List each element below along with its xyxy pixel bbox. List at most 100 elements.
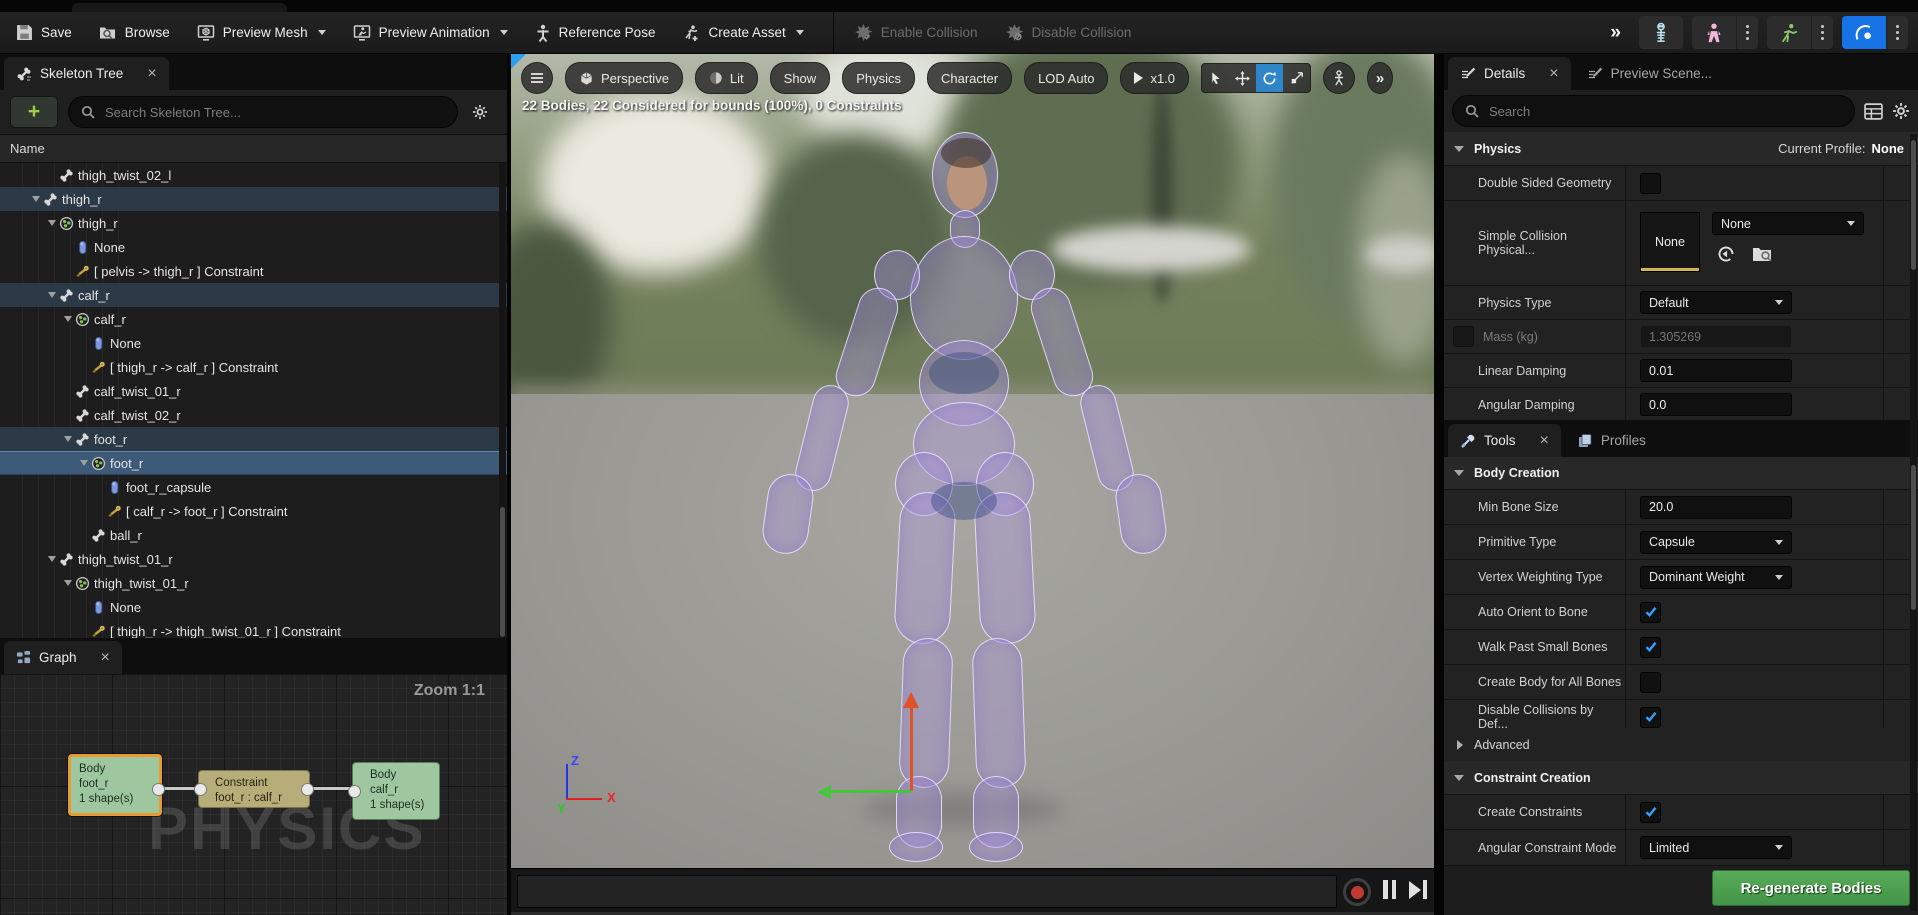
node-input-pin[interactable] [348,785,361,798]
tree-row[interactable]: thigh_twist_01_r [0,571,507,595]
tree-row[interactable]: foot_r [0,427,507,451]
node-input-pin[interactable] [194,783,207,796]
checkbox[interactable] [1640,802,1661,823]
add-button[interactable]: + [10,96,58,128]
dropdown[interactable]: Capsule [1640,531,1792,554]
tab-tools[interactable]: Tools × [1448,424,1561,457]
tree-row[interactable]: foot_r [0,451,507,475]
expander-icon[interactable] [76,460,91,466]
close-icon[interactable]: × [1549,66,1558,82]
physics-body-capsule-hand-r[interactable] [1113,471,1170,557]
physics-body-capsule-upperarm-l[interactable] [831,283,904,402]
asset-thumbnail[interactable]: None [1640,212,1700,272]
physics-body-capsule-toe-l[interactable] [889,832,943,862]
browse-asset-icon[interactable] [1752,244,1773,264]
rotate-tool-button[interactable] [1256,64,1283,92]
expander-icon[interactable] [60,436,75,442]
mannequin-focus-button[interactable] [1323,62,1355,94]
section-constraint-creation[interactable]: Constraint Creation [1444,761,1918,795]
section-physics[interactable]: Physics Current Profile: None [1444,132,1918,166]
physics-mode-kebab-menu[interactable] [1887,16,1908,49]
lod-auto-button[interactable]: LOD Auto [1024,62,1108,94]
tree-scrollbar[interactable] [499,163,506,640]
preview-mesh-button[interactable]: Preview Mesh [197,24,326,42]
checkbox[interactable] [1453,326,1474,347]
scrollbar-thumb[interactable] [500,507,505,637]
tree-row[interactable]: calf_r [0,283,507,307]
physics-body-capsule-toe-r[interactable] [969,832,1023,862]
lit-button[interactable]: Lit [695,62,758,94]
tab-skeleton-tree[interactable]: Skeleton Tree × [4,57,169,90]
close-icon[interactable]: × [147,66,156,82]
value-input[interactable]: 0.01 [1640,359,1792,382]
details-search-input[interactable] [1487,103,1842,120]
tree-row[interactable]: thigh_r [0,211,507,235]
select-tool-button[interactable] [1202,64,1229,92]
node-output-pin[interactable] [301,783,314,796]
mesh-mode-kebab-menu[interactable] [1737,16,1758,49]
tree-settings-button[interactable] [468,104,497,120]
scrollbar-thumb[interactable] [1911,140,1916,270]
expander-icon[interactable] [44,556,59,562]
use-selected-icon[interactable] [1716,244,1736,264]
show-button[interactable]: Show [770,62,831,94]
tree-row[interactable]: thigh_r [0,187,507,211]
pause-button[interactable] [1383,880,1396,899]
tree-row[interactable]: thigh_twist_01_r [0,547,507,571]
perspective-button[interactable]: Perspective [565,62,683,94]
create-asset-button[interactable]: Create Asset [682,24,803,42]
tree-row[interactable]: None [0,595,507,619]
tree-row[interactable]: foot_r_capsule [0,475,507,499]
skeleton-tree-searchbox[interactable] [68,96,458,128]
tree-row[interactable]: None [0,235,507,259]
regenerate-bodies-button[interactable]: Re-generate Bodies [1712,870,1910,906]
scrollbar-thumb[interactable] [1911,465,1916,610]
timeline-track[interactable] [517,875,1337,908]
expander-icon[interactable] [44,220,59,226]
graph-node-constraint[interactable]: Constraint foot_r : calf_r [198,770,310,808]
physics-body-capsule-calf-r[interactable] [971,637,1026,789]
character-menu-button[interactable]: Character [927,62,1012,94]
tree-row[interactable]: None [0,331,507,355]
graph-node-body-calf-r[interactable]: Body calf_r 1 shape(s) [352,762,440,820]
physics-mode-button[interactable] [1842,16,1886,49]
gizmo-arrow-up[interactable] [903,692,919,708]
value-input[interactable]: 0.0 [1640,393,1792,416]
node-output-pin[interactable] [152,783,165,796]
move-tool-button[interactable] [1229,64,1256,92]
tab-details[interactable]: Details × [1448,57,1571,90]
step-forward-button[interactable] [1409,880,1427,899]
tree-row[interactable]: ball_r [0,523,507,547]
dropdown[interactable]: Dominant Weight [1640,566,1792,589]
checkbox[interactable] [1640,707,1661,728]
close-icon[interactable]: × [101,650,110,666]
physics-body-capsule-upperarm-r[interactable] [1026,283,1099,402]
scale-tool-button[interactable] [1283,64,1310,92]
graph-canvas[interactable]: PHYSICS Zoom 1:1 Body foot_r 1 shape(s) … [0,674,507,915]
play-speed-button[interactable]: x1.0 [1120,62,1189,94]
gizmo-axis-horizontal[interactable] [829,790,911,793]
physics-body-capsule-hand-l[interactable] [760,471,817,557]
value-input[interactable]: 20.0 [1640,496,1792,519]
section-body-creation[interactable]: Body Creation [1444,457,1918,490]
dropdown[interactable]: Limited [1640,836,1792,859]
tree-row[interactable]: thigh_twist_02_l [0,163,507,187]
save-button[interactable]: Save [16,24,72,41]
checkbox[interactable] [1640,672,1661,693]
reference-pose-button[interactable]: Reference Pose [535,24,656,42]
graph-node-body-foot-r[interactable]: Body foot_r 1 shape(s) [68,754,162,816]
preview-animation-button[interactable]: Preview Animation [353,24,508,42]
checkbox[interactable] [1640,602,1661,623]
record-button[interactable] [1343,878,1371,906]
toolbar-overflow-chevron[interactable]: » [1610,22,1621,44]
tree-row[interactable]: calf_twist_02_r [0,403,507,427]
tree-row[interactable]: calf_twist_01_r [0,379,507,403]
enable-collision-button[interactable]: Enable Collision [854,23,978,42]
expander-icon[interactable] [44,292,59,298]
viewport-menu-button[interactable] [521,62,553,94]
tree-row[interactable]: [ thigh_r -> thigh_twist_01_r ] Constrai… [0,619,507,640]
checkbox[interactable] [1640,173,1661,194]
display-filter-icon[interactable] [1864,103,1883,120]
disable-collision-button[interactable]: Disable Collision [1005,23,1132,42]
tree-row[interactable]: calf_r [0,307,507,331]
